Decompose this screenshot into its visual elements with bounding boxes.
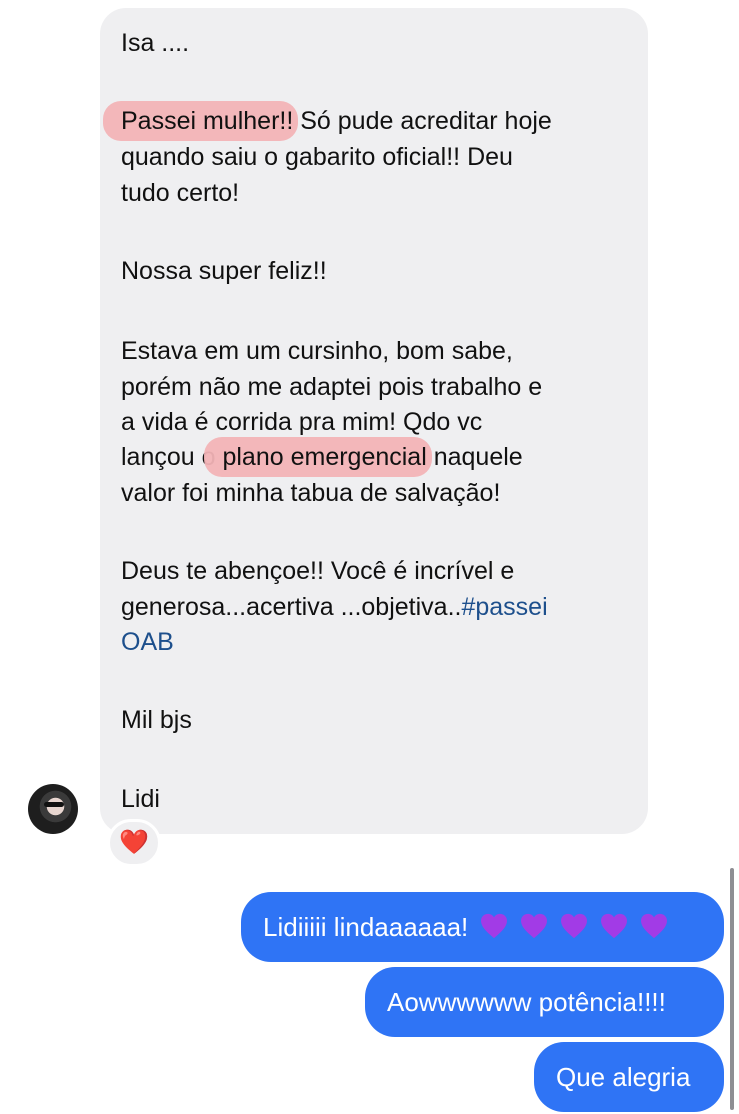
outgoing-message-bubble[interactable]: Que alegria	[534, 1042, 724, 1112]
highlight-passei-mulher: Passei mulher!!	[102, 101, 299, 141]
message-line: Nossa super feliz!!	[121, 257, 327, 285]
purple-heart-icon	[521, 913, 548, 939]
message-line: Mil bjs	[121, 706, 192, 734]
message-line: Passei mulher!! Só pude acreditar hoje	[102, 101, 552, 141]
message-line: quando saiu o gabarito oficial!! Deu	[121, 143, 513, 171]
purple-heart-icon	[561, 913, 588, 939]
message-line: valor foi minha tabua de salvação!	[121, 479, 501, 507]
message-line: generosa...acertiva ...objetiva..#passei	[121, 589, 548, 625]
message-text-fragment: naquele	[426, 443, 523, 471]
outgoing-message-text: Aowwwwww potência!!!!	[387, 987, 666, 1017]
scrollbar[interactable]	[730, 868, 734, 1110]
message-line: tudo certo!	[121, 179, 240, 207]
outgoing-message-text: Lidiiiii lindaaaaaa!	[263, 912, 469, 942]
highlight-plano-emergencial: plano emergencial	[204, 437, 433, 477]
heart-reaction-icon[interactable]: ❤️	[107, 819, 161, 867]
message-line: a vida é corrida pra mim! Qdo vc	[121, 408, 483, 436]
hashtag-link[interactable]: #passei	[461, 593, 547, 621]
message-text-fragment: generosa...acertiva ...objetiva..	[121, 593, 462, 621]
outgoing-message-text: Que alegria	[556, 1062, 691, 1092]
message-line: porém não me adaptei pois trabalho e	[121, 373, 543, 401]
outgoing-message-bubble[interactable]: Lidiiiii lindaaaaaa!	[241, 892, 724, 962]
message-line: Deus te abençoe!! Você é incrível e	[121, 557, 515, 585]
purple-heart-icon	[481, 913, 508, 939]
hashtag-link-continued[interactable]: OAB	[121, 624, 174, 660]
avatar[interactable]	[28, 784, 78, 834]
message-text-fragment: Só pude acreditar hoje	[293, 107, 552, 135]
purple-hearts	[468, 912, 668, 942]
purple-heart-icon	[641, 913, 668, 939]
outgoing-message-bubble[interactable]: Aowwwwww potência!!!!	[365, 967, 724, 1037]
avatar-glasses	[44, 802, 64, 807]
purple-heart-icon	[601, 913, 628, 939]
message-line: lançou o plano emergencial naquele	[121, 437, 523, 477]
message-line: Estava em um cursinho, bom sabe,	[121, 337, 513, 365]
message-line-greeting: Isa ....	[121, 29, 190, 57]
message-signature: Lidi	[121, 785, 160, 813]
